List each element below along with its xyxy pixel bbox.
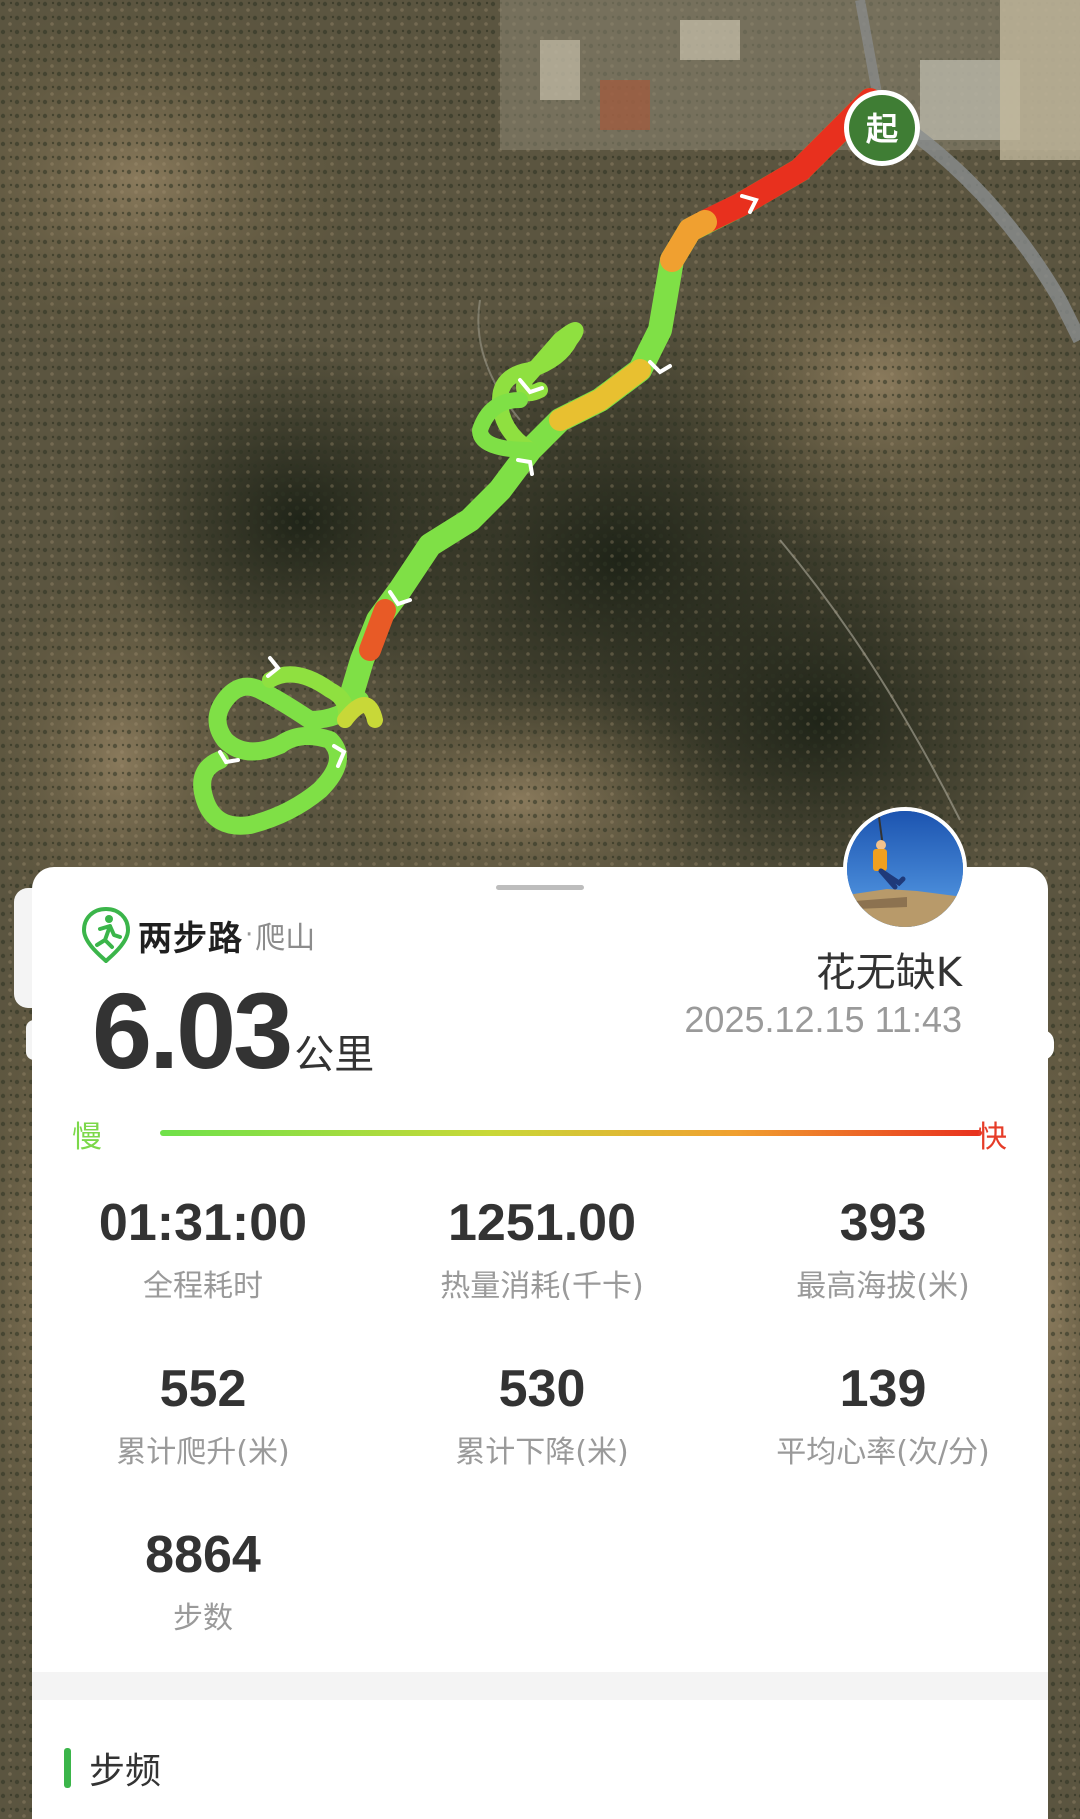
drag-handle[interactable] (496, 885, 584, 890)
speed-slow-label: 慢 (72, 1120, 102, 1155)
stat-steps: 8864 步数 (33, 1529, 373, 1637)
speed-legend: 慢 快 (72, 1112, 1007, 1156)
stat-label: 平均心率(次/分) (776, 1435, 990, 1470)
stat-value: 1251.00 (448, 1194, 636, 1252)
section-title: 步频 (89, 1751, 162, 1792)
stat-value: 552 (159, 1360, 247, 1418)
stat-label: 累计爬升(米) (116, 1435, 290, 1470)
stat-value: 530 (498, 1360, 586, 1418)
speed-gradient-bar (160, 1130, 982, 1136)
stat-calories: 1251.00 热量消耗(千卡) (372, 1197, 712, 1305)
brand-name: 两步路 (138, 918, 243, 959)
stat-label: 全程耗时 (143, 1269, 263, 1304)
stat-value: 01:31:00 (98, 1194, 308, 1252)
distance-value: 6.03 (92, 970, 293, 1091)
stat-total-descent: 530 累计下降(米) (372, 1363, 712, 1471)
distance-display: 6.03 公里 (92, 977, 374, 1085)
stat-duration: 01:31:00 全程耗时 (33, 1197, 373, 1305)
activity-type: 爬山 (255, 921, 316, 956)
brand-separator: · (245, 920, 254, 950)
brand-logo-icon (82, 907, 130, 963)
distance-unit: 公里 (294, 1032, 375, 1078)
section-divider (32, 1672, 1048, 1700)
stat-value: 139 (839, 1360, 927, 1418)
stat-label: 最高海拔(米) (796, 1269, 970, 1304)
track-summary-card: 两步路 · 爬山 6.03 公里 花无缺K 2025.12.15 11:43 慢… (32, 807, 1048, 1819)
stat-value: 8864 (145, 1526, 261, 1584)
stat-label: 累计下降(米) (455, 1435, 629, 1470)
username: 花无缺K (815, 950, 962, 996)
record-datetime: 2025.12.15 11:43 (684, 999, 962, 1040)
brand-header: 两步路 · 爬山 (82, 907, 315, 963)
section-accent-bar (64, 1748, 71, 1788)
user-avatar[interactable] (843, 807, 967, 931)
stat-label: 步数 (173, 1601, 233, 1636)
track-share-screen: 起 两步路 · 爬山 6.03 公里 花无缺K 2025.12.15 11:43… (0, 0, 1080, 1819)
stat-total-ascent: 552 累计爬升(米) (33, 1363, 373, 1471)
stat-value: 393 (839, 1194, 927, 1252)
stat-max-altitude: 393 最高海拔(米) (713, 1197, 1053, 1305)
start-marker-label: 起 (865, 110, 898, 148)
stat-avg-heart-rate: 139 平均心率(次/分) (713, 1363, 1053, 1471)
stat-label: 热量消耗(千卡) (440, 1269, 644, 1304)
cadence-section-header: 步频 (64, 1742, 161, 1794)
speed-fast-label: 快 (977, 1120, 1007, 1155)
